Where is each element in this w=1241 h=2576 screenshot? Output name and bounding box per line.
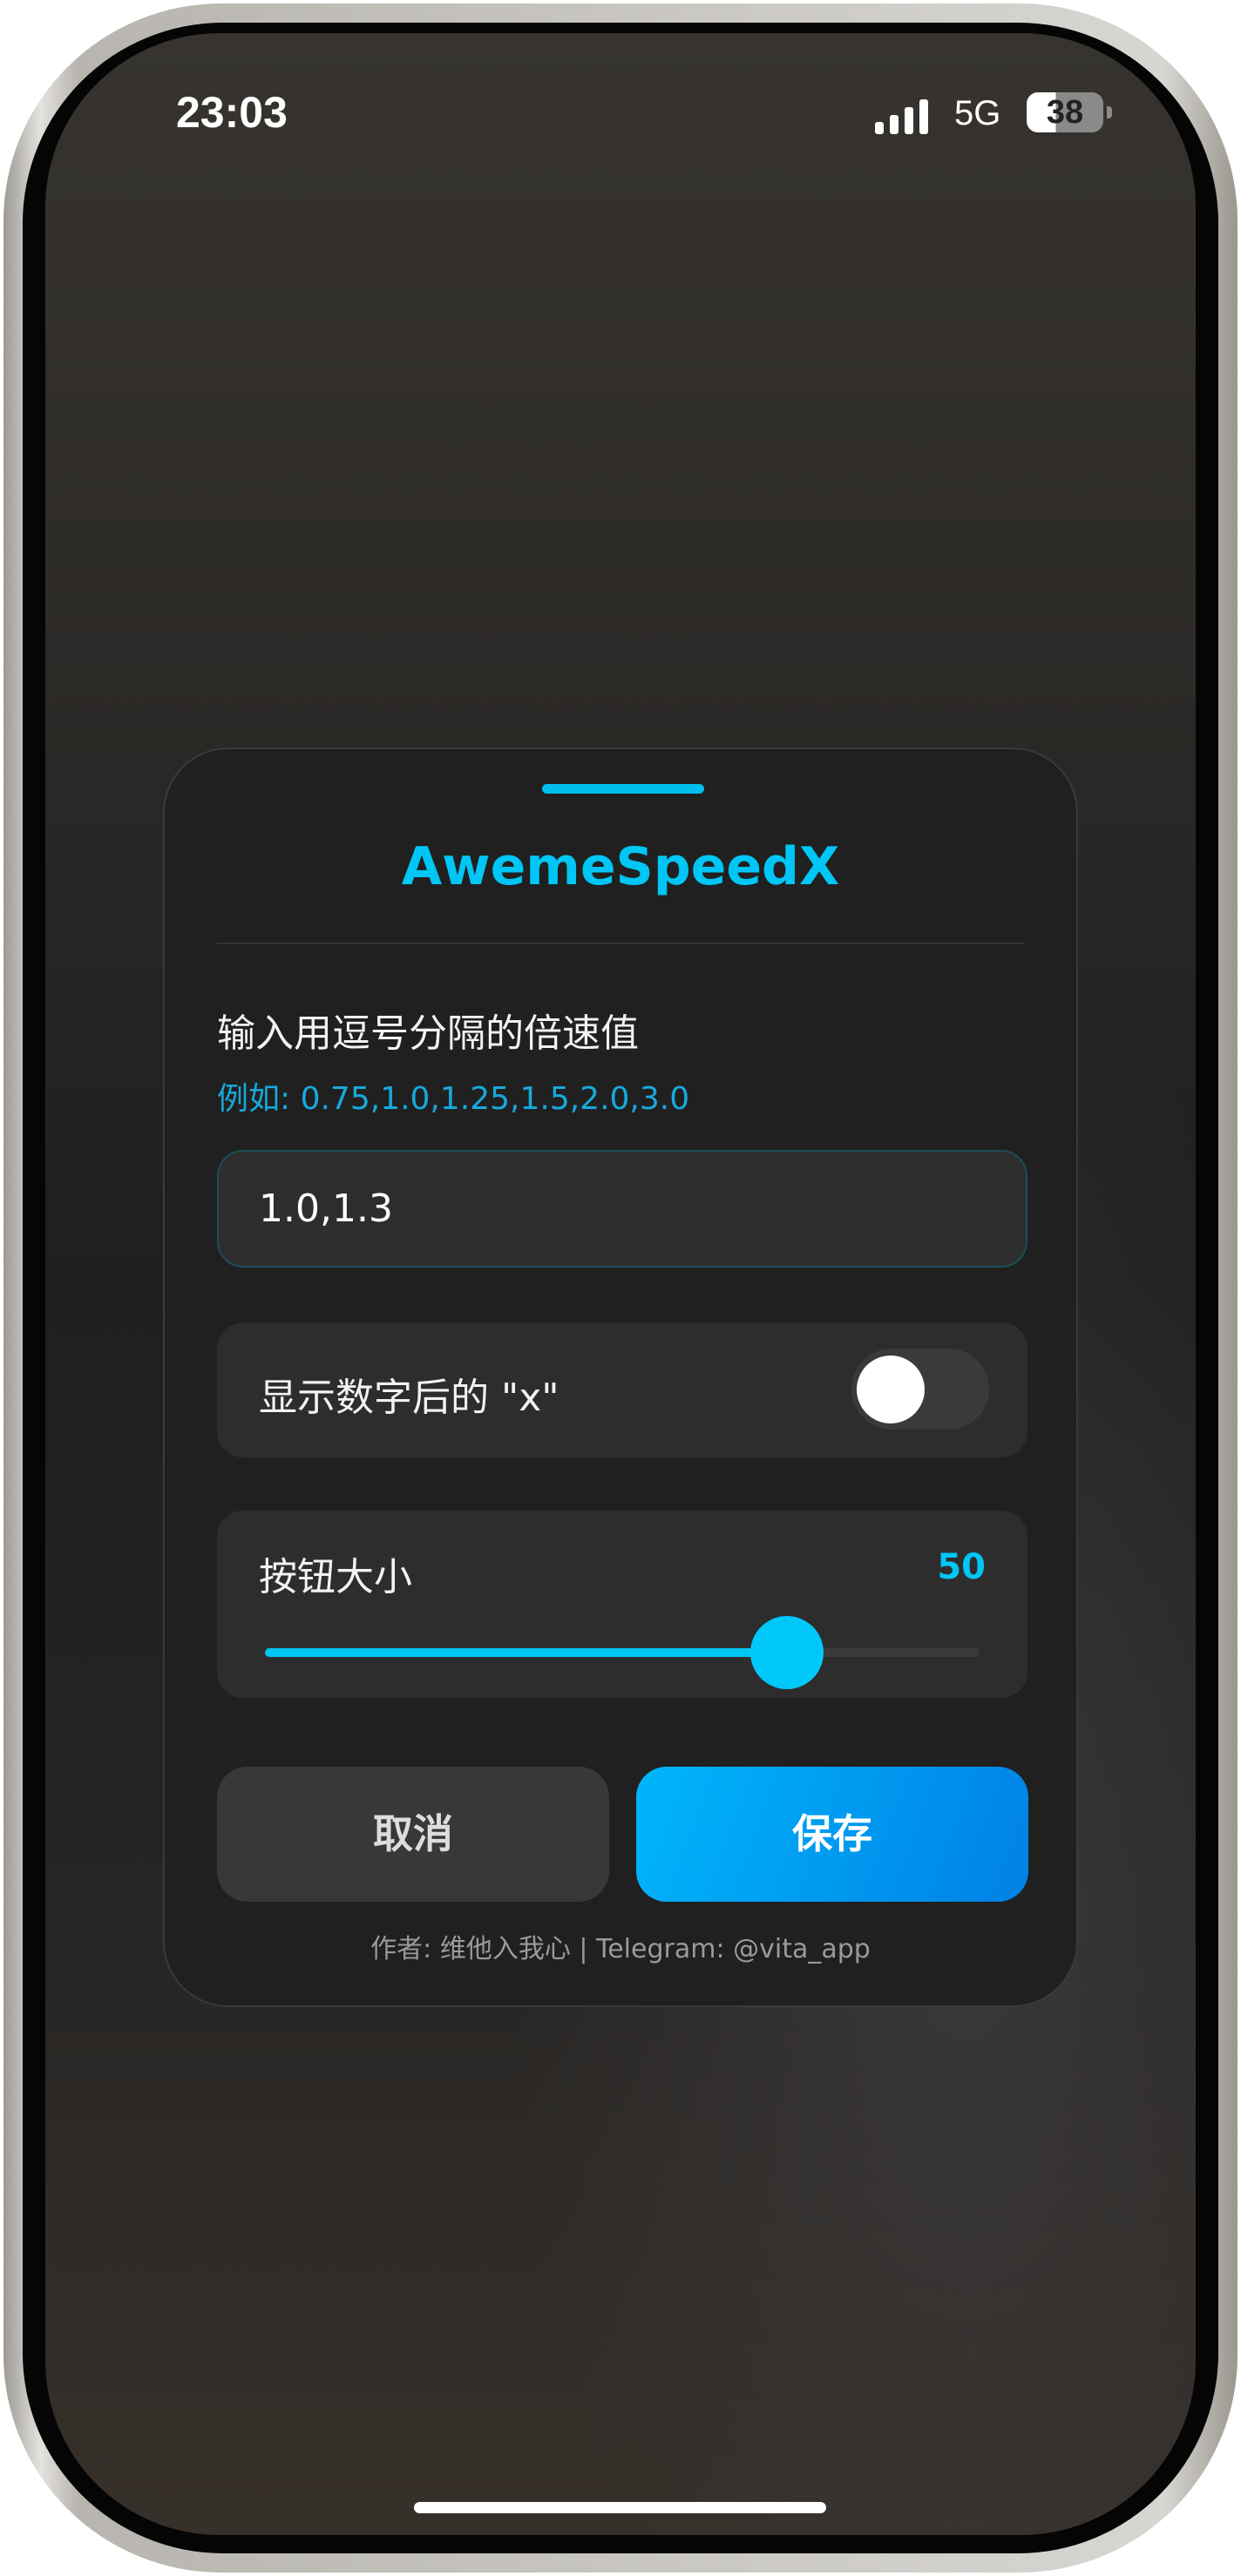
screen: 23:03 5G 38 AwemeSpeedX 输入用逗号分隔的倍速值 例如: … bbox=[45, 33, 1196, 2535]
dialog-title: AwemeSpeedX bbox=[401, 836, 840, 897]
speeds-input[interactable]: 1.0,1.3 bbox=[217, 1150, 1027, 1268]
slider-fill bbox=[265, 1648, 787, 1657]
author-footer: 作者: 维他入我心 | Telegram: @vita_app bbox=[370, 1934, 871, 1964]
drag-handle[interactable] bbox=[542, 784, 704, 794]
save-button[interactable]: 保存 bbox=[636, 1767, 1028, 1902]
status-time: 23:03 bbox=[176, 88, 288, 137]
button-size-slider[interactable] bbox=[265, 1616, 980, 1689]
battery-icon: 38 bbox=[1027, 92, 1103, 132]
network-type: 5G bbox=[954, 94, 1001, 132]
button-size-value: 50 bbox=[937, 1547, 986, 1587]
divider bbox=[217, 943, 1024, 944]
show-x-label: 显示数字后的 "x" bbox=[259, 1376, 559, 1420]
show-x-toggle[interactable] bbox=[851, 1349, 989, 1430]
status-bar: 23:03 5G 38 bbox=[45, 84, 1196, 145]
speeds-example: 例如: 0.75,1.0,1.25,1.5,2.0,3.0 bbox=[217, 1081, 690, 1117]
speeds-label: 输入用逗号分隔的倍速值 bbox=[217, 1011, 639, 1056]
button-size-label: 按钮大小 bbox=[259, 1555, 412, 1599]
cancel-button[interactable]: 取消 bbox=[217, 1767, 609, 1902]
signal-icon bbox=[875, 99, 928, 134]
show-x-row: 显示数字后的 "x" bbox=[217, 1322, 1027, 1457]
home-indicator[interactable] bbox=[414, 2502, 826, 2513]
button-size-row: 按钮大小 50 bbox=[217, 1511, 1027, 1698]
toggle-knob bbox=[857, 1356, 925, 1423]
slider-thumb[interactable] bbox=[749, 1616, 824, 1689]
battery-cap-icon bbox=[1107, 106, 1112, 118]
settings-dialog: AwemeSpeedX 输入用逗号分隔的倍速值 例如: 0.75,1.0,1.2… bbox=[163, 747, 1078, 2007]
